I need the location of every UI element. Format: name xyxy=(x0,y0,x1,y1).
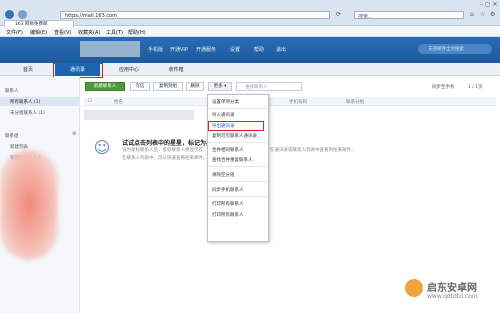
header-link-settings[interactable]: 设置 xyxy=(230,46,240,53)
header-link-vip[interactable]: 开通VIP xyxy=(170,46,188,53)
watermark: 启东安卓网 www.qdtdtd.com xyxy=(405,275,500,311)
empty-desc-2: 在通讯录或联系人列表中查看到往来邮件。 xyxy=(270,148,356,153)
menu-divider xyxy=(208,142,268,143)
refresh-icon[interactable]: ⟳ xyxy=(336,11,341,18)
menu-item-merge-same[interactable]: 合并相同联系人 xyxy=(212,147,244,153)
address-text: https://mail.163.com xyxy=(65,13,118,19)
empty-desc-1: 设为星标联系人后，星标联系人将显示在 xyxy=(122,148,203,153)
menu-item-clear-empty-groups[interactable]: 清除空分组 xyxy=(212,172,235,178)
more-label: 更多 xyxy=(213,84,223,89)
tab-inbox[interactable]: 收件箱 xyxy=(156,64,196,76)
table-row[interactable] xyxy=(84,110,194,120)
empty-desc-3: 在联系人列表中，可以快速查看往来邮件。 xyxy=(122,156,208,161)
menu-bar: 文件(F) 编辑(E) 查看(V) 收藏夹(A) 工具(T) 帮助(H) xyxy=(0,27,500,37)
blurred-ad xyxy=(0,150,58,260)
sidebar-item-ungrouped[interactable]: 未分组联系人 (1) xyxy=(10,110,45,116)
contact-search-placeholder: 查找联系人 xyxy=(245,85,268,90)
home-icon[interactable]: ⌂ xyxy=(470,11,474,18)
menu-divider xyxy=(208,108,268,109)
menu-tools[interactable]: 工具(T) xyxy=(106,29,123,36)
col-group[interactable]: 联系分组 xyxy=(346,99,364,105)
sync-mobile-link[interactable]: 同步至手机 xyxy=(432,84,455,90)
header-link-help[interactable]: 帮助 xyxy=(254,46,264,53)
menu-divider xyxy=(208,166,268,167)
sidebar-section-contacts: 联系人 xyxy=(5,89,19,94)
select-all-checkbox[interactable]: ☐ xyxy=(88,99,92,104)
gear-icon[interactable]: ⚙ xyxy=(72,131,76,137)
menu-divider xyxy=(208,196,268,197)
write-button[interactable]: 写信 xyxy=(130,82,150,91)
star-icon[interactable]: ☆ xyxy=(480,11,485,18)
menu-divider xyxy=(208,181,268,182)
browser-tab[interactable]: 163 网易免费邮 xyxy=(4,20,74,27)
window-controls[interactable]: – ▢ ✕ xyxy=(480,1,498,8)
col-phone[interactable]: 手机号码 xyxy=(289,99,307,105)
watermark-brand: 启东安卓网 xyxy=(427,283,477,294)
header-link-mobile[interactable]: 手机版 xyxy=(148,46,163,53)
menu-item-print-all[interactable]: 打印所有联系人 xyxy=(212,212,244,218)
menu-edit[interactable]: 编辑(E) xyxy=(30,29,47,36)
header-link-service[interactable]: 开通服务 xyxy=(196,46,216,53)
browser-search-placeholder: 搜索... xyxy=(358,14,373,20)
menu-item-sync-mobile[interactable]: 同步手机联系人 xyxy=(212,187,244,193)
delete-button[interactable]: 删除 xyxy=(186,82,204,91)
forward-button[interactable] xyxy=(18,10,27,19)
menu-item-copy-visible[interactable]: 复制可见联系人通讯录 xyxy=(212,133,257,139)
menu-item-import[interactable]: 导入通讯录 xyxy=(212,112,235,118)
tab-home[interactable]: 首页 xyxy=(4,64,52,76)
new-contact-label: 新建联系人 xyxy=(93,84,117,89)
mail-search-placeholder: 支持邮件全文搜索 xyxy=(428,47,464,52)
browser-search-input[interactable]: 搜索... xyxy=(354,11,464,20)
copy-to-group-button[interactable]: 复制到组 xyxy=(153,82,183,91)
menu-file[interactable]: 文件(F) xyxy=(6,29,23,36)
address-bar[interactable]: https://mail.163.com xyxy=(60,11,330,19)
menu-view[interactable]: 查看(V) xyxy=(54,29,71,36)
col-name[interactable]: 姓名 xyxy=(114,99,123,105)
sidebar-item-all[interactable]: 所有联系人 (1) xyxy=(10,99,40,105)
header-link-logout[interactable]: 退出 xyxy=(276,46,286,53)
table-header: ☐ 姓名 邮箱 手机号码 联系分组 xyxy=(84,97,496,106)
mail-search-input[interactable]: 支持邮件全文搜索 xyxy=(418,44,492,54)
page-indicator[interactable]: 1 / 1页 xyxy=(468,84,483,90)
watermark-logo xyxy=(405,279,423,297)
menu-favorites[interactable]: 收藏夹(A) xyxy=(78,29,100,36)
contact-star-icon: ☺ xyxy=(93,138,111,157)
tab-apps[interactable]: 应用中心 xyxy=(104,64,154,76)
more-button[interactable]: 更多 ▾ xyxy=(208,82,232,91)
sidebar-item-new-list[interactable]: 新建列表 xyxy=(10,144,28,150)
menu-help[interactable]: 帮助(H) xyxy=(128,29,146,36)
export-highlight xyxy=(208,121,264,131)
logo xyxy=(80,41,140,57)
contact-search-input[interactable]: 查找联系人 xyxy=(236,82,302,91)
back-button[interactable] xyxy=(5,10,14,19)
new-contact-button[interactable]: 新建联系人 xyxy=(85,82,125,91)
menu-item-print-selected[interactable]: 打印所有联系人 xyxy=(212,201,244,207)
menu-item-merge-duplicates[interactable]: 查找合并重复联系人 xyxy=(212,157,253,163)
gear-icon[interactable]: ⚙ xyxy=(490,11,495,18)
watermark-url: www.qdtdtd.com xyxy=(427,293,478,300)
contacts-tab-highlight xyxy=(53,63,103,78)
sidebar-section-groups: 联系组 xyxy=(5,134,19,139)
menu-item-set-category[interactable]: 设置单项分类 xyxy=(212,99,239,105)
